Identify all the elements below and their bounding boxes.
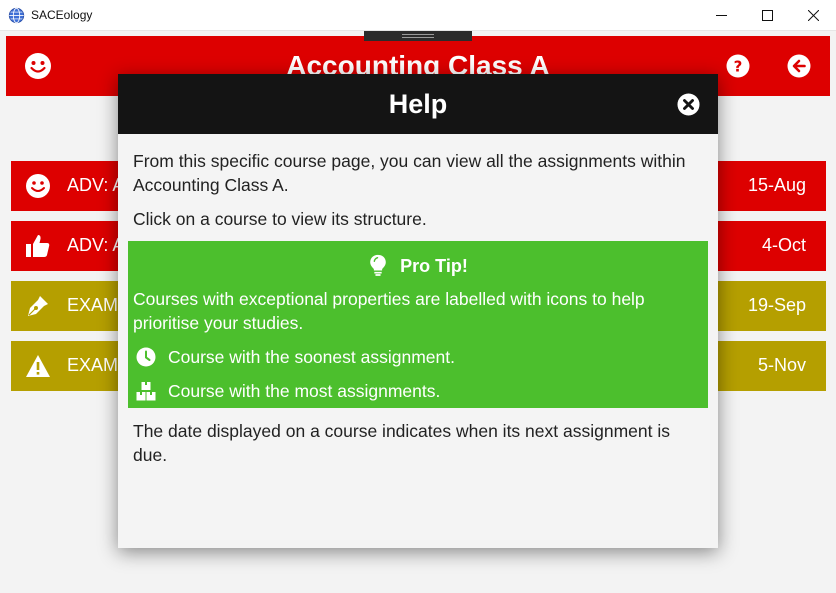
pro-tip-box: Pro Tip! Courses with exceptional proper… xyxy=(128,241,708,408)
globe-icon xyxy=(8,7,25,24)
course-label: EXAM xyxy=(67,355,119,375)
boxes-icon xyxy=(136,382,156,401)
course-date: 19-Sep xyxy=(747,295,806,315)
course-date: 4-Oct xyxy=(761,235,806,255)
pen-nib-icon xyxy=(28,296,48,316)
help-title: Help xyxy=(388,89,448,119)
help-dialog-header: Help xyxy=(118,74,718,134)
course-label: EXAM xyxy=(67,295,119,315)
clock-icon xyxy=(136,347,156,367)
window-title: SACEology xyxy=(31,8,93,22)
smiley-icon xyxy=(26,174,50,198)
course-label: ADV: A xyxy=(67,175,125,195)
minimize-icon xyxy=(715,15,727,16)
course-date: 15-Aug xyxy=(747,175,806,195)
back-arrow-icon[interactable] xyxy=(787,54,811,78)
maximize-button[interactable] xyxy=(744,0,790,31)
close-icon[interactable] xyxy=(677,93,700,116)
pro-tip-heading: Pro Tip! xyxy=(128,254,708,277)
help-icon[interactable]: ? xyxy=(726,54,750,78)
svg-text:?: ? xyxy=(734,58,743,76)
maximize-icon xyxy=(761,10,773,21)
tip-item-text: Course with the most assignments. xyxy=(168,381,441,401)
close-icon xyxy=(807,10,819,21)
course-date: 5-Nov xyxy=(757,355,806,375)
help-intro-text: From this specific course page, you can … xyxy=(133,151,686,195)
lightbulb-icon xyxy=(370,254,386,276)
minimize-button[interactable] xyxy=(698,0,744,31)
close-window-button[interactable] xyxy=(790,0,836,31)
warning-icon xyxy=(26,355,50,377)
help-click-text: Click on a course to view its structure. xyxy=(133,209,427,229)
help-footer-text: The date displayed on a course indicates… xyxy=(133,421,670,465)
thumbs-up-icon xyxy=(26,235,50,257)
pro-tip-text: Courses with exceptional properties are … xyxy=(133,289,645,333)
pro-tip-label: Pro Tip! xyxy=(400,256,468,276)
drag-handle[interactable] xyxy=(364,31,472,41)
tip-item-text: Course with the soonest assignment. xyxy=(168,347,455,367)
help-dialog: Help From this specific course page, you… xyxy=(118,74,718,548)
course-label: ADV: A xyxy=(67,235,125,255)
window-titlebar: SACEology xyxy=(0,0,836,31)
